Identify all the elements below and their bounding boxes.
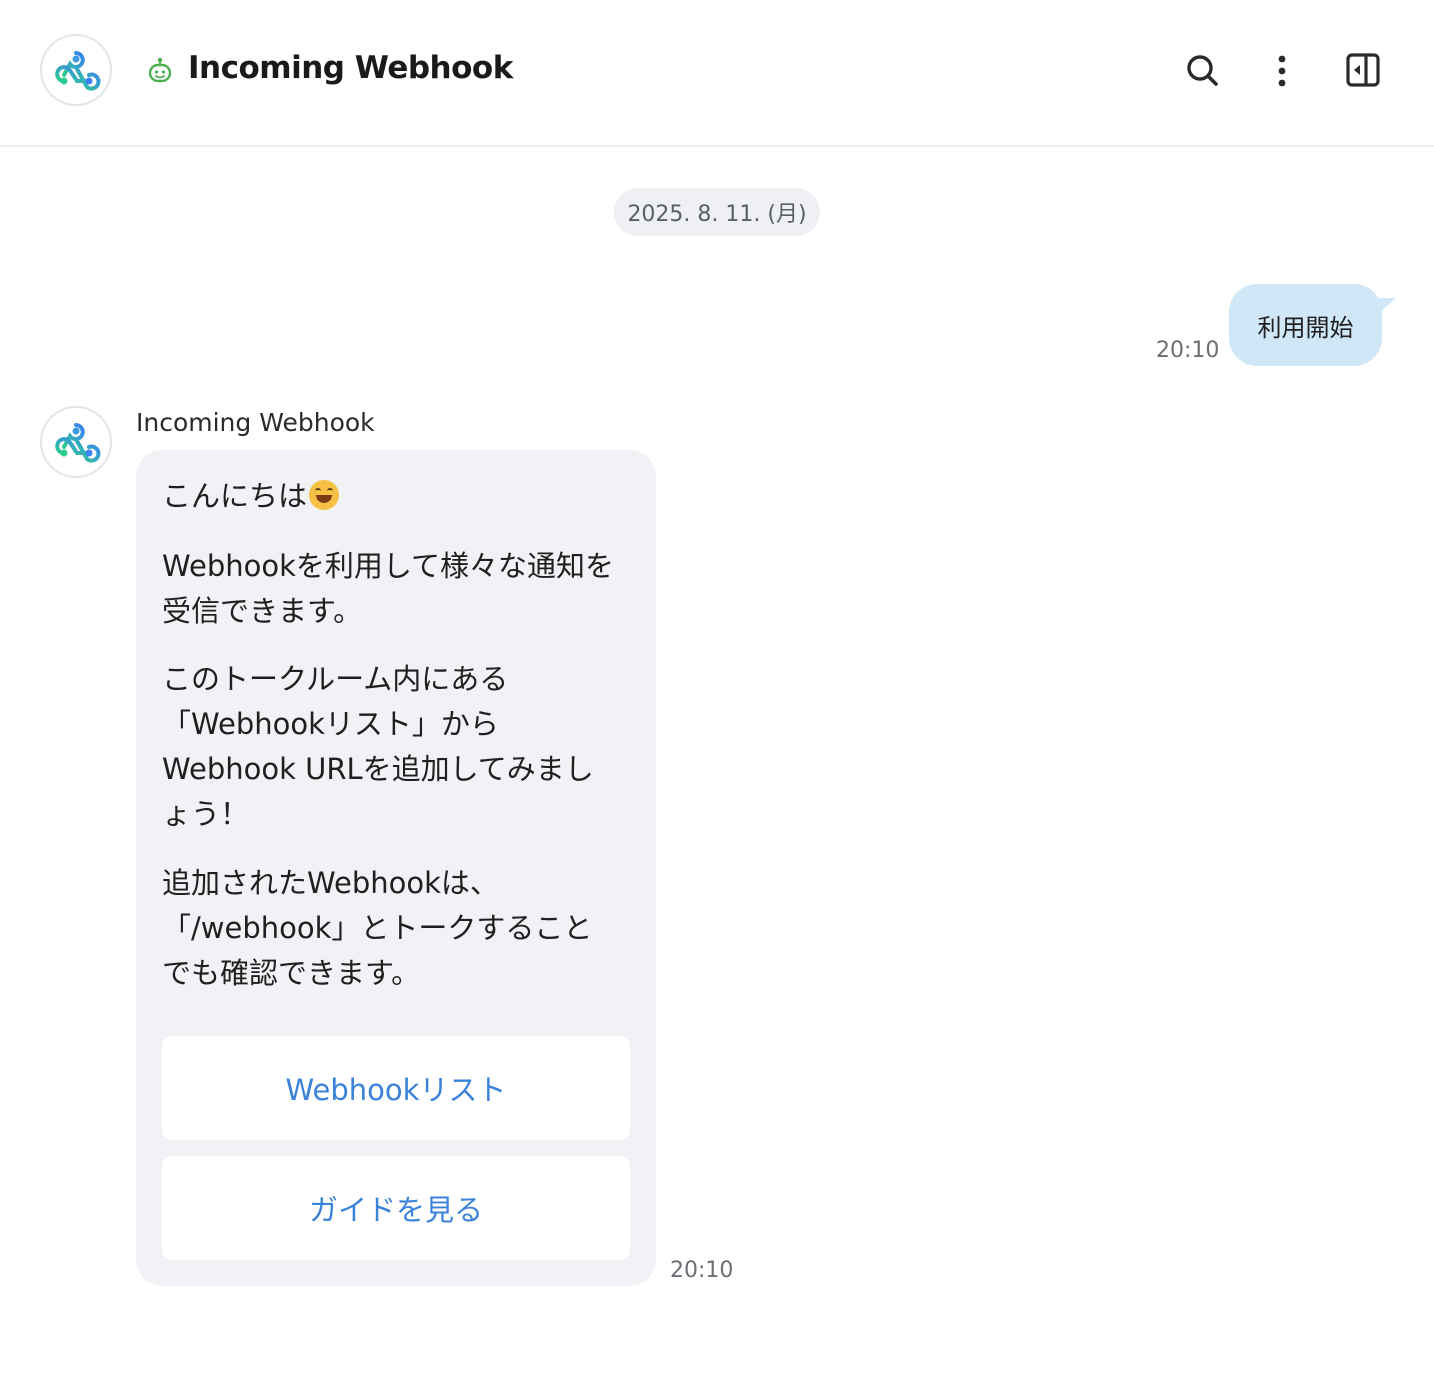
message-paragraph: Webhookを利用して様々な通知を 受信できます。 — [162, 549, 615, 628]
chat-header: Incoming Webhook — [0, 0, 1434, 147]
greeting-label: こんにちは — [162, 479, 308, 513]
search-button[interactable] — [1180, 48, 1224, 92]
sender-name: Incoming Webhook — [136, 408, 375, 437]
view-guide-button[interactable]: ガイドを見る — [162, 1156, 630, 1260]
webhook-list-button[interactable]: Webhookリスト — [162, 1036, 630, 1140]
side-panel-button[interactable] — [1340, 48, 1384, 92]
bot-avatar[interactable] — [40, 406, 112, 478]
webhook-logo-icon — [55, 51, 101, 91]
my-message-time: 20:10 — [1156, 338, 1220, 363]
grinning-face-emoji-icon — [309, 480, 340, 510]
more-options-button[interactable] — [1260, 48, 1304, 92]
bot-message-time: 20:10 — [670, 1258, 734, 1283]
message-paragraph: このトークルーム内にある 「Webhookリスト」から Webhook URLを… — [162, 662, 594, 831]
greeting-text: こんにちは — [162, 474, 642, 519]
chat-title: Incoming Webhook — [188, 50, 513, 86]
more-vertical-icon — [1278, 55, 1286, 87]
side-panel-icon — [1346, 53, 1380, 87]
message-paragraph: 追加されたWebhookは、 「/webhook」とトークすること でも確認でき… — [162, 866, 593, 990]
bot-message-card: こんにちは Webhookを利用して様々な通知を 受信できます。 このトークルー… — [136, 450, 656, 1286]
search-icon — [1187, 55, 1218, 86]
date-separator: 2025. 8. 11. (月) — [614, 188, 820, 236]
bot-icon — [148, 57, 172, 83]
webhook-logo-icon — [55, 423, 101, 463]
my-message-bubble[interactable]: 利用開始 — [1229, 284, 1382, 366]
channel-avatar[interactable] — [40, 34, 112, 106]
